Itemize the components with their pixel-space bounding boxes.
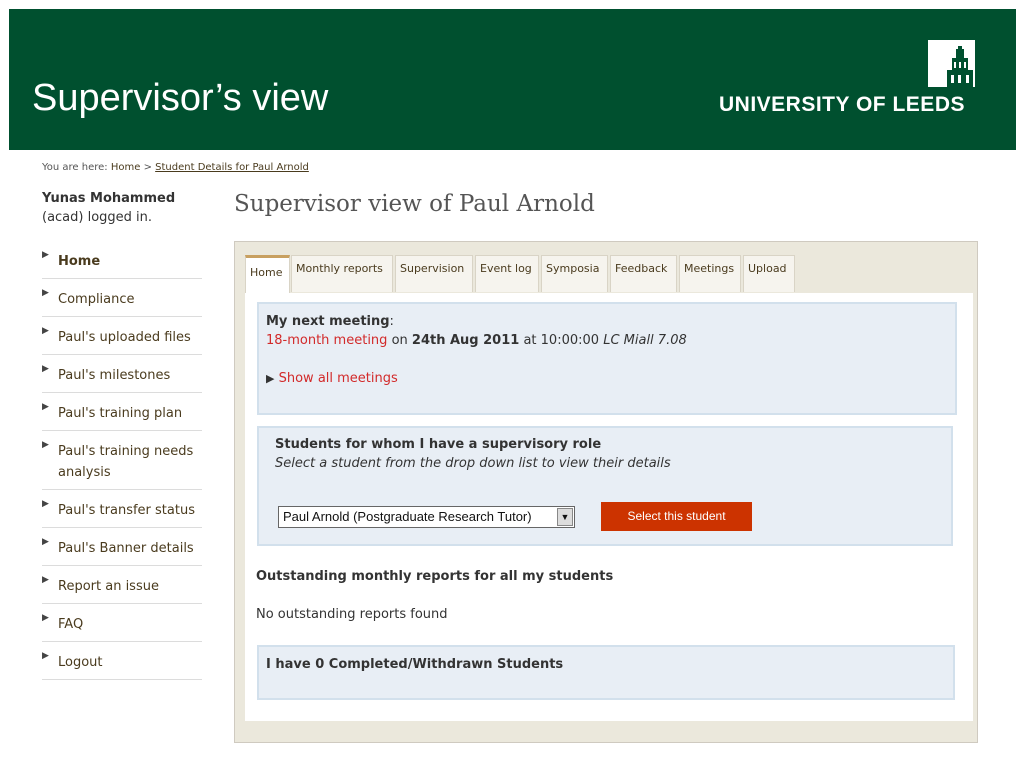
sidebar-item-label: Paul's uploaded files (58, 330, 191, 345)
bullet-icon: ▶ (42, 575, 49, 585)
sidebar-item-transfer-status[interactable]: ▶ Paul's transfer status (42, 497, 202, 528)
next-meeting-colon: : (389, 314, 394, 329)
meeting-location: LC Miall 7.08 (603, 333, 687, 348)
tab-feedback[interactable]: Feedback (610, 255, 677, 292)
university-logo-text: UNIVERSITY OF LEEDS (719, 93, 965, 116)
sidebar-item-training-needs[interactable]: ▶ Paul's training needs analysis (42, 438, 202, 490)
tab-symposia[interactable]: Symposia (541, 255, 608, 292)
breadcrumb-home-link[interactable]: Home (111, 162, 141, 173)
breadcrumb-separator: > (143, 162, 152, 173)
sidebar-item-label: Paul's Banner details (58, 541, 194, 556)
dropdown-arrow-icon[interactable]: ▼ (557, 508, 573, 526)
user-name: Yunas Mohammed (42, 191, 176, 206)
tab-event-log[interactable]: Event log (475, 255, 539, 292)
bullet-icon: ▶ (42, 537, 49, 547)
meeting-time: at 10:00:00 (523, 333, 600, 348)
sidebar-item-faq[interactable]: ▶ FAQ (42, 611, 202, 642)
students-box: Students for whom I have a supervisory r… (257, 426, 953, 546)
breadcrumb-prefix: You are here: (42, 162, 108, 173)
meeting-date: 24th Aug 2011 (411, 333, 520, 348)
sidebar-item-training-plan[interactable]: ▶ Paul's training plan (42, 400, 202, 431)
select-student-button[interactable]: Select this student (601, 502, 752, 531)
sidebar-item-label: Report an issue (58, 579, 159, 594)
sidebar-item-label: Home (58, 254, 101, 269)
next-meeting-title: My next meeting (266, 314, 390, 329)
tab-content: My next meeting: 18-month meeting on 24t… (245, 293, 973, 721)
sidebar-item-label: FAQ (58, 617, 84, 632)
user-status: (acad) logged in. (42, 210, 153, 225)
sidebar-item-label: Paul's training plan (58, 406, 183, 421)
sidebar-nav: ▶ Home ▶ Compliance ▶ Paul's uploaded files… (42, 248, 202, 687)
next-meeting-box: My next meeting: 18-month meeting on 24t… (257, 302, 957, 415)
main-panel: Home Monthly reports Supervision Event l… (234, 241, 978, 743)
sidebar-item-label: Paul's training needs analysis (58, 444, 194, 480)
breadcrumb-current-link[interactable]: Student Details for Paul Arnold (155, 162, 309, 173)
tab-monthly-reports[interactable]: Monthly reports (291, 255, 393, 292)
students-hint: Select a student from the drop down list… (275, 456, 671, 471)
bullet-icon: ▶ (42, 613, 49, 623)
breadcrumb: You are here: Home > Student Details for… (42, 162, 309, 173)
sidebar-item-milestones[interactable]: ▶ Paul's milestones (42, 362, 202, 393)
bullet-icon: ▶ (42, 364, 49, 374)
bullet-icon: ▶ (42, 326, 49, 336)
sidebar-item-banner-details[interactable]: ▶ Paul's Banner details (42, 535, 202, 566)
sidebar-item-label: Logout (58, 655, 103, 670)
students-title: Students for whom I have a supervisory r… (275, 437, 602, 452)
university-crest-icon (928, 40, 975, 87)
bullet-icon: ▶ (42, 499, 49, 509)
meeting-name-link[interactable]: 18-month meeting (266, 333, 387, 348)
tab-supervision[interactable]: Supervision (395, 255, 473, 292)
tab-meetings[interactable]: Meetings (679, 255, 741, 292)
page-title: Supervisor view of Paul Arnold (234, 191, 595, 217)
bullet-icon: ▶ (42, 250, 49, 260)
show-all-meetings-toggle[interactable]: ▶ Show all meetings (266, 371, 398, 386)
bullet-icon: ▶ (42, 288, 49, 298)
triangle-right-icon: ▶ (266, 372, 275, 385)
tab-upload[interactable]: Upload (743, 255, 795, 292)
bullet-icon: ▶ (42, 440, 49, 450)
completed-title: I have 0 Completed/Withdrawn Students (266, 657, 564, 672)
sidebar-item-label: Compliance (58, 292, 135, 307)
sidebar-item-uploaded-files[interactable]: ▶ Paul's uploaded files (42, 324, 202, 355)
sidebar-item-home[interactable]: ▶ Home (42, 248, 202, 279)
bullet-icon: ▶ (42, 402, 49, 412)
meeting-on-text: on (391, 333, 408, 348)
slide-title: Supervisor’s view (32, 77, 329, 119)
show-all-meetings-link[interactable]: Show all meetings (279, 371, 398, 386)
bullet-icon: ▶ (42, 651, 49, 661)
student-select-value: Paul Arnold (Postgraduate Research Tutor… (283, 509, 532, 524)
outstanding-title: Outstanding monthly reports for all my s… (256, 569, 614, 584)
student-select[interactable]: Paul Arnold (Postgraduate Research Tutor… (278, 506, 575, 528)
sidebar-item-label: Paul's transfer status (58, 503, 195, 518)
sidebar-item-logout[interactable]: ▶ Logout (42, 649, 202, 680)
completed-box: I have 0 Completed/Withdrawn Students (257, 645, 955, 700)
sidebar-item-report-issue[interactable]: ▶ Report an issue (42, 573, 202, 604)
sidebar-item-label: Paul's milestones (58, 368, 171, 383)
sidebar-item-compliance[interactable]: ▶ Compliance (42, 286, 202, 317)
outstanding-empty: No outstanding reports found (256, 607, 448, 622)
tab-home[interactable]: Home (245, 255, 290, 293)
